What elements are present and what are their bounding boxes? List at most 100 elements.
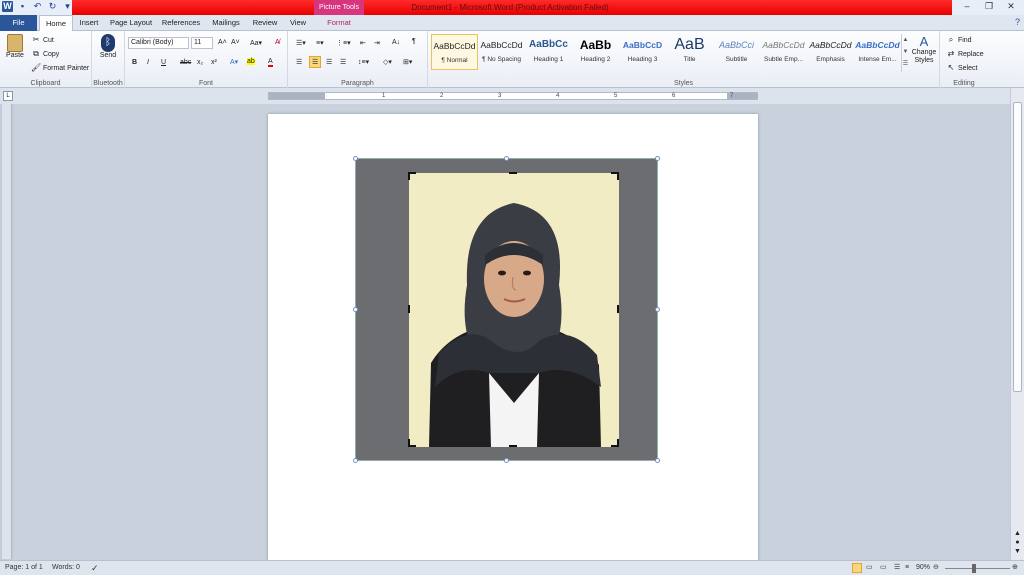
bold-button[interactable]: B bbox=[132, 59, 137, 66]
bullets-icon[interactable]: ☰▾ bbox=[296, 39, 306, 47]
tab-file[interactable]: File bbox=[0, 15, 37, 31]
show-formatting-button[interactable]: ¶ bbox=[412, 38, 416, 45]
style-item[interactable]: AaBb Heading 2 bbox=[572, 34, 619, 70]
superscript-button[interactable]: x² bbox=[211, 59, 217, 66]
font-name-combo[interactable]: Calibri (Body) bbox=[128, 37, 189, 49]
draft-view-icon[interactable]: ≡ bbox=[905, 561, 909, 575]
crop-handle-right[interactable] bbox=[617, 305, 619, 313]
undo-icon[interactable]: ↶ bbox=[32, 1, 43, 12]
format-painter-button[interactable]: 🖌 Format Painter bbox=[31, 63, 89, 73]
close-button[interactable]: ✕ bbox=[1000, 0, 1022, 14]
zoom-slider[interactable] bbox=[945, 568, 1010, 569]
grow-font-icon[interactable]: A˄ bbox=[218, 39, 227, 46]
increase-indent-icon[interactable]: ⇥ bbox=[374, 39, 380, 47]
cut-button[interactable]: ✂ Cut bbox=[31, 35, 54, 45]
proofing-icon[interactable]: ✓ bbox=[91, 561, 99, 575]
line-spacing-icon[interactable]: ↕≡▾ bbox=[358, 58, 369, 66]
maximize-button[interactable]: ❐ bbox=[978, 0, 1000, 14]
page-count[interactable]: Page: 1 of 1 bbox=[5, 561, 43, 575]
borders-icon[interactable]: ⊞▾ bbox=[403, 58, 412, 66]
full-screen-view-icon[interactable]: ▭ bbox=[866, 561, 873, 575]
zoom-slider-thumb[interactable] bbox=[972, 564, 976, 573]
italic-button[interactable]: I bbox=[147, 59, 149, 66]
underline-button[interactable]: U bbox=[161, 59, 166, 66]
resize-handle-right[interactable] bbox=[655, 307, 660, 312]
subscript-button[interactable]: x₂ bbox=[197, 59, 203, 66]
resize-handle-bottom-right[interactable] bbox=[655, 458, 660, 463]
strikethrough-button[interactable]: abc bbox=[180, 59, 191, 66]
clear-formatting-icon[interactable]: A̸ bbox=[275, 39, 280, 46]
crop-handle-bottom-left[interactable] bbox=[408, 439, 416, 447]
highlight-icon[interactable]: ab bbox=[247, 58, 255, 65]
sort-icon[interactable]: A↓ bbox=[392, 39, 400, 46]
vertical-scrollbar[interactable]: ▲ ● ▼ bbox=[1010, 88, 1024, 560]
style-item[interactable]: AaBbCci Subtitle bbox=[713, 34, 760, 70]
tab-format[interactable]: Format bbox=[318, 15, 360, 31]
shrink-font-icon[interactable]: A˅ bbox=[231, 39, 240, 46]
style-item[interactable]: AaB Title bbox=[666, 34, 713, 70]
style-item[interactable]: AaBbCcDd Intense Em... bbox=[854, 34, 901, 70]
crop-handle-top[interactable] bbox=[509, 172, 517, 174]
style-item[interactable]: AaBbCc Heading 1 bbox=[525, 34, 572, 70]
zoom-out-icon[interactable]: ⊖ bbox=[933, 561, 939, 575]
redo-icon[interactable]: ↻ bbox=[47, 1, 58, 12]
help-icon[interactable]: ? bbox=[1015, 17, 1020, 27]
tab-view[interactable]: View bbox=[283, 15, 313, 31]
style-item[interactable]: AaBbCcDd ¶ Normal bbox=[431, 34, 478, 70]
gallery-scroll[interactable]: ▲ ▼ ☰ bbox=[901, 34, 909, 72]
scrollbar-thumb[interactable] bbox=[1013, 102, 1022, 392]
paste-button[interactable]: Paste bbox=[4, 34, 26, 59]
font-color-icon[interactable]: A bbox=[268, 58, 273, 67]
decrease-indent-icon[interactable]: ⇤ bbox=[360, 39, 366, 47]
left-margin-marker[interactable] bbox=[269, 93, 325, 99]
change-case-icon[interactable]: Aa▾ bbox=[250, 39, 262, 47]
resize-handle-left[interactable] bbox=[353, 307, 358, 312]
word-logo-icon[interactable]: W bbox=[2, 1, 13, 12]
text-effects-icon[interactable]: A▾ bbox=[230, 58, 238, 66]
zoom-level[interactable]: 90% bbox=[916, 561, 930, 575]
multilevel-list-icon[interactable]: ⋮≡▾ bbox=[336, 39, 351, 47]
style-item[interactable]: AaBbCcDd ¶ No Spacing bbox=[478, 34, 525, 70]
resize-handle-bottom-left[interactable] bbox=[353, 458, 358, 463]
tab-insert[interactable]: Insert bbox=[74, 15, 104, 31]
copy-button[interactable]: ⧉ Copy bbox=[31, 49, 59, 59]
replace-button[interactable]: ⇄ Replace bbox=[946, 49, 984, 59]
crop-handle-top-right[interactable] bbox=[611, 172, 619, 180]
align-center-icon[interactable]: ☰ bbox=[309, 56, 322, 68]
style-item[interactable]: AaBbCcDd Subtle Emp... bbox=[760, 34, 807, 70]
web-layout-view-icon[interactable]: ▭ bbox=[880, 561, 887, 575]
font-size-combo[interactable]: 11 bbox=[191, 37, 213, 49]
crop-handle-bottom-right[interactable] bbox=[611, 439, 619, 447]
align-left-icon[interactable]: ☰ bbox=[296, 58, 302, 66]
crop-handle-bottom[interactable] bbox=[509, 445, 517, 447]
save-icon[interactable]: ▪ bbox=[17, 1, 28, 12]
tab-mailings[interactable]: Mailings bbox=[205, 15, 247, 31]
style-item[interactable]: AaBbCcDd Emphasis bbox=[807, 34, 854, 70]
find-button[interactable]: ⌕ Find bbox=[946, 35, 972, 45]
change-styles-button[interactable]: A Change Styles bbox=[910, 34, 938, 65]
select-button[interactable]: ↖ Select bbox=[946, 63, 978, 73]
resize-handle-bottom[interactable] bbox=[504, 458, 509, 463]
numbering-icon[interactable]: ≡▾ bbox=[316, 39, 324, 47]
portrait-photo[interactable] bbox=[409, 173, 619, 447]
picture-crop-area[interactable] bbox=[353, 156, 660, 463]
document-page[interactable] bbox=[268, 114, 758, 574]
justify-icon[interactable]: ☰ bbox=[340, 58, 346, 66]
style-item[interactable]: AaBbCcD Heading 3 bbox=[619, 34, 666, 70]
tab-review[interactable]: Review bbox=[248, 15, 282, 31]
outline-view-icon[interactable]: ☰ bbox=[894, 561, 900, 575]
shading-icon[interactable]: ◇▾ bbox=[383, 58, 392, 66]
crop-handle-top-left[interactable] bbox=[408, 172, 416, 180]
resize-handle-top-right[interactable] bbox=[655, 156, 660, 161]
resize-handle-top[interactable] bbox=[504, 156, 509, 161]
bluetooth-send-button[interactable]: ᛒ Send bbox=[97, 34, 119, 59]
resize-handle-top-left[interactable] bbox=[353, 156, 358, 161]
zoom-in-icon[interactable]: ⊕ bbox=[1012, 561, 1018, 575]
crop-handle-left[interactable] bbox=[408, 305, 410, 313]
tab-page-layout[interactable]: Page Layout bbox=[105, 15, 157, 31]
align-right-icon[interactable]: ☰ bbox=[326, 58, 332, 66]
tab-references[interactable]: References bbox=[158, 15, 204, 31]
word-count[interactable]: Words: 0 bbox=[52, 561, 80, 575]
print-layout-view-icon[interactable] bbox=[852, 563, 862, 573]
tab-selector-icon[interactable]: L bbox=[3, 91, 13, 101]
